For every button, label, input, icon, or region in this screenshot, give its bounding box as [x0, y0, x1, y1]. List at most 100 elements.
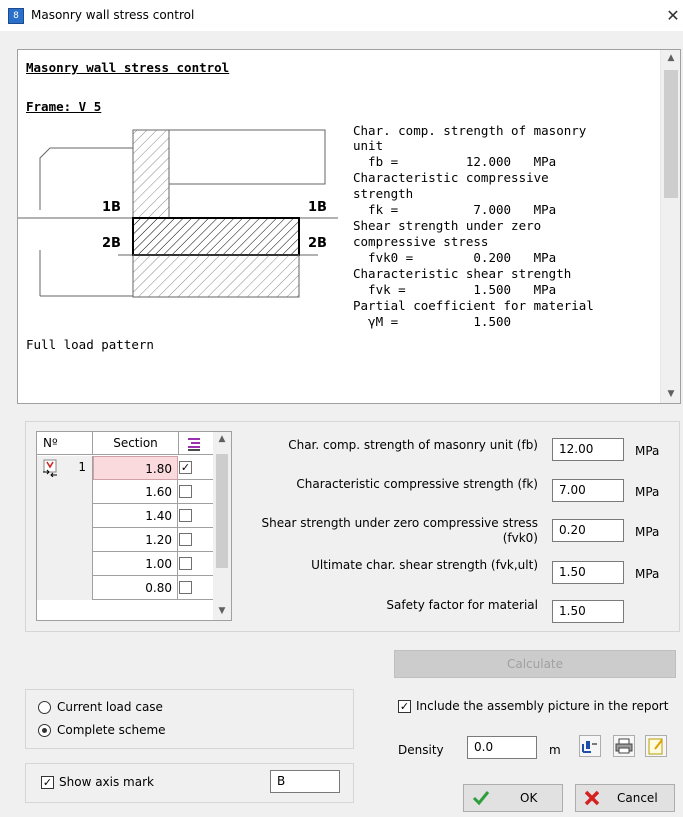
fvk0-label-suffix: (fvk0): [502, 531, 538, 545]
edit-report-button[interactable]: [645, 735, 667, 757]
fb-label: Char. comp. strength of masonry unit (fb…: [288, 438, 538, 452]
report-line: Characteristic shear strength: [353, 266, 572, 281]
notepad-icon: [648, 738, 663, 755]
section-checkbox[interactable]: ✓: [179, 461, 192, 474]
calculate-button[interactable]: Calculate: [394, 650, 676, 678]
window-title: Masonry wall stress control: [31, 8, 195, 22]
section-checkbox[interactable]: [179, 509, 192, 522]
complete-scheme-label[interactable]: Complete scheme: [57, 723, 166, 737]
fvk0-unit: MPa: [635, 525, 660, 539]
table-row[interactable]: 1.00: [37, 552, 213, 576]
section-edit-icon[interactable]: [41, 459, 59, 477]
table-row[interactable]: 1.40: [37, 504, 213, 528]
level-1b-right-label: 1B: [308, 200, 327, 215]
fk-label: Characteristic compressive strength (fk): [296, 477, 538, 491]
report-line: Char. comp. strength of masonry: [353, 123, 587, 138]
column-header-selection[interactable]: [179, 432, 213, 455]
current-load-case-radio[interactable]: [38, 701, 51, 714]
load-case-group: [25, 689, 354, 749]
report-preview-icon: [582, 741, 597, 753]
sections-table[interactable]: Nº Section 1 1.80 ✓ 1.60 1.40 1.20 1.00 …: [36, 431, 232, 621]
fb-input[interactable]: 12.00: [552, 438, 624, 461]
app-icon: 8: [8, 8, 24, 24]
table-scroll-thumb[interactable]: [216, 454, 228, 568]
checkmark-icon: [472, 791, 490, 806]
table-scrollbar[interactable]: ▲ ▼: [213, 432, 231, 620]
column-header-section[interactable]: Section: [93, 432, 179, 455]
report-line: Characteristic compressive: [353, 170, 549, 185]
scroll-thumb[interactable]: [664, 70, 678, 198]
report-heading: Masonry wall stress control: [26, 60, 230, 75]
row-number-cell: [37, 528, 93, 552]
section-value-cell[interactable]: 1.40: [93, 504, 178, 528]
report-preview[interactable]: Masonry wall stress control Frame: V 5 1…: [17, 49, 681, 404]
report-line: fvk = 1.500 MPa: [353, 282, 557, 297]
density-input[interactable]: 0.0: [467, 736, 537, 759]
close-button[interactable]: ✕: [663, 0, 683, 31]
section-checkbox[interactable]: [179, 533, 192, 546]
print-button[interactable]: [613, 735, 635, 757]
show-axis-mark-checkbox[interactable]: ✓: [41, 776, 54, 789]
report-line: fb = 12.000 MPa: [353, 154, 557, 169]
section-value-cell[interactable]: 1.80: [93, 456, 178, 480]
report-line: Partial coefficient for material: [353, 298, 594, 313]
printer-icon: [615, 738, 633, 754]
fvk0-label: Shear strength under zero compressive st…: [261, 516, 538, 530]
section-checkbox[interactable]: [179, 581, 192, 594]
gm-input[interactable]: 1.50: [552, 600, 624, 623]
level-1b-left-label: 1B: [102, 200, 121, 215]
cancel-label: Cancel: [617, 791, 658, 805]
report-scrollbar[interactable]: ▲ ▼: [660, 50, 680, 403]
scroll-down-icon[interactable]: ▼: [661, 386, 680, 403]
ok-label: OK: [520, 791, 538, 805]
report-frame: Frame: V 5: [26, 99, 102, 114]
table-row[interactable]: 1 1.80 ✓: [37, 456, 213, 480]
density-label: Density: [398, 743, 444, 757]
table-row[interactable]: 1.60: [37, 480, 213, 504]
wall-section-drawing: [18, 129, 338, 298]
table-row[interactable]: 0.80: [37, 576, 213, 600]
cancel-button[interactable]: Cancel: [575, 784, 675, 812]
fb-unit: MPa: [635, 444, 660, 458]
section-value-cell[interactable]: 0.80: [93, 576, 178, 600]
table-row[interactable]: 1.20: [37, 528, 213, 552]
section-value-cell[interactable]: 1.20: [93, 528, 178, 552]
level-2b-right-label: 2B: [308, 236, 327, 251]
ok-button[interactable]: OK: [463, 784, 563, 812]
scroll-up-icon[interactable]: ▲: [661, 50, 680, 67]
row-number-cell: [37, 576, 93, 600]
scroll-up-icon[interactable]: ▲: [213, 434, 231, 444]
row-number-cell: [37, 504, 93, 528]
fk-input[interactable]: 7.00: [552, 479, 624, 502]
row-number-cell: [37, 480, 93, 504]
title-bar: 8 Masonry wall stress control ✕: [0, 0, 683, 31]
section-checkbox[interactable]: [179, 485, 192, 498]
table-header: Nº Section: [37, 432, 213, 455]
row-number: 1: [78, 460, 86, 474]
level-2b-left-label: 2B: [102, 236, 121, 251]
row-number-cell: [37, 552, 93, 576]
fvk-input[interactable]: 1.50: [552, 561, 624, 584]
section-value-cell[interactable]: 1.60: [93, 480, 178, 504]
report-line: fvk0 = 0.200 MPa: [353, 250, 557, 265]
fvk-label: Ultimate char. shear strength (fvk,ult): [311, 558, 538, 572]
complete-scheme-radio[interactable]: [38, 724, 51, 737]
report-line: fk = 7.000 MPa: [353, 202, 557, 217]
include-picture-label[interactable]: Include the assembly picture in the repo…: [416, 699, 668, 713]
row-number-cell: 1: [37, 456, 93, 480]
report-line: γM = 1.500: [353, 314, 512, 329]
include-picture-checkbox[interactable]: ✓: [398, 700, 411, 713]
section-checkbox[interactable]: [179, 557, 192, 570]
preview-report-button[interactable]: [579, 735, 601, 757]
show-axis-mark-label[interactable]: Show axis mark: [59, 775, 154, 789]
axis-mark-input[interactable]: B: [270, 770, 340, 793]
fvk0-input[interactable]: 0.20: [552, 519, 624, 542]
fk-unit: MPa: [635, 485, 660, 499]
section-value-cell[interactable]: 1.00: [93, 552, 178, 576]
report-footer: Full load pattern: [26, 337, 154, 352]
current-load-case-label[interactable]: Current load case: [57, 700, 163, 714]
fvk-unit: MPa: [635, 567, 660, 581]
scroll-down-icon[interactable]: ▼: [213, 606, 231, 616]
density-unit: m: [549, 743, 561, 757]
list-check-icon: [188, 438, 200, 451]
